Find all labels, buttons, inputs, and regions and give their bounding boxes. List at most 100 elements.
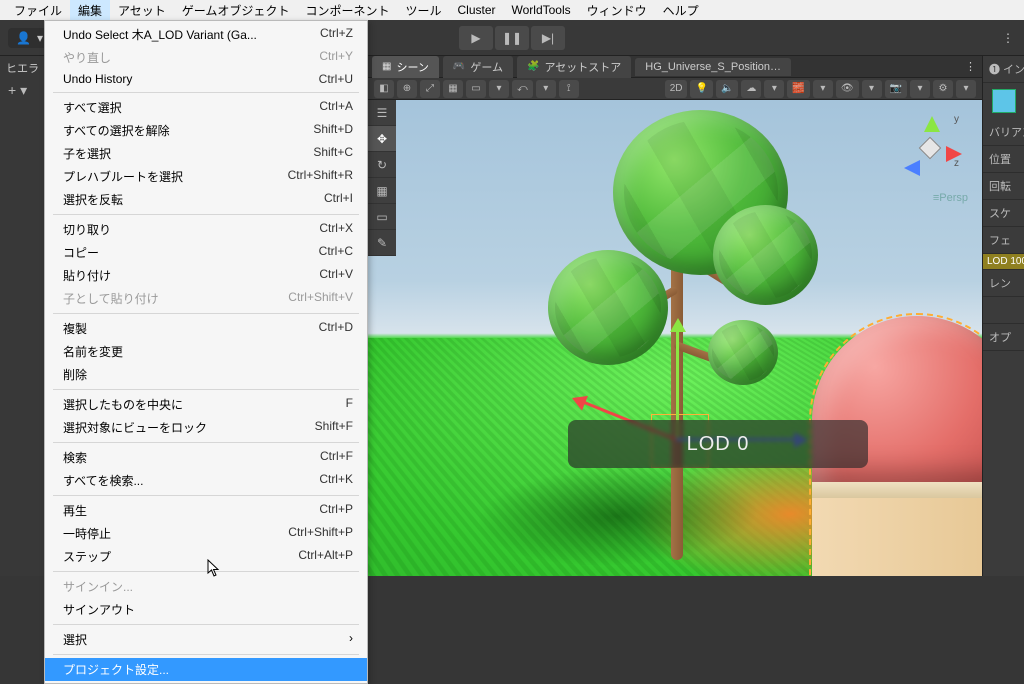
- viewport-tool-3[interactable]: ▦: [368, 178, 396, 204]
- scene-tabstrip: ▦シーン🎮ゲーム🧩アセットストアHG_Universe_S_Position… ⋮: [368, 56, 982, 78]
- menu-item[interactable]: すべて選択Ctrl+A: [45, 96, 367, 119]
- scene-tool-right-11[interactable]: ▾: [956, 80, 976, 98]
- menu-WorldTools[interactable]: WorldTools: [504, 1, 579, 19]
- inspector-row[interactable]: 位置: [983, 146, 1024, 173]
- menu-item[interactable]: すべての選択を解除Shift+D: [45, 119, 367, 142]
- edit-menu: Undo Select 木A_LOD Variant (Ga...Ctrl+Zや…: [44, 20, 368, 684]
- inspector-row[interactable]: バリアン: [983, 119, 1024, 146]
- menu-item[interactable]: 削除: [45, 363, 367, 386]
- menu-item[interactable]: プロジェクト設定...: [45, 658, 367, 681]
- scene-tool-mid-6[interactable]: ⤺: [512, 80, 533, 98]
- inspector-row[interactable]: 回転: [983, 173, 1024, 200]
- menu-item[interactable]: 名前を変更: [45, 340, 367, 363]
- scene-tool-mid-3[interactable]: ▦: [443, 80, 463, 98]
- tab-シーン[interactable]: ▦シーン: [372, 56, 439, 78]
- scene-viewport[interactable]: ☰✥↻▦▭✎ y z ≡Persp LOD 0: [368, 100, 982, 576]
- viewport-tool-1[interactable]: ✥: [368, 126, 396, 152]
- tab-ゲーム[interactable]: 🎮ゲーム: [443, 56, 513, 78]
- inspector-row[interactable]: [983, 297, 1024, 324]
- menu-Cluster[interactable]: Cluster: [449, 1, 503, 19]
- scene-tool-right-0[interactable]: 💡: [690, 80, 712, 98]
- menu-item[interactable]: 貼り付けCtrl+V: [45, 264, 367, 287]
- inspector-panel: ❶ インバリアン位置回転スケフェLOD 100%レン オプ: [982, 56, 1024, 576]
- scene-tool-right-3[interactable]: ▾: [764, 80, 784, 98]
- menu-item[interactable]: 複製Ctrl+D: [45, 317, 367, 340]
- scene-tool-right-2[interactable]: ☁: [741, 80, 761, 98]
- play-button[interactable]: ▶: [459, 26, 493, 50]
- menu-item[interactable]: Undo Select 木A_LOD Variant (Ga...Ctrl+Z: [45, 23, 367, 46]
- menubar[interactable]: ファイル編集アセットゲームオブジェクトコンポーネントツールClusterWorl…: [0, 0, 1024, 20]
- menu-アセット[interactable]: アセット: [110, 0, 174, 21]
- menu-ウィンドウ[interactable]: ウィンドウ: [579, 0, 655, 21]
- menu-item[interactable]: 一時停止Ctrl+Shift+P: [45, 522, 367, 545]
- menu-item[interactable]: 子を選択Shift+C: [45, 142, 367, 165]
- toolbar-overflow-icon[interactable]: ⋮: [1002, 31, 1014, 45]
- menu-コンポーネント[interactable]: コンポーネント: [297, 0, 397, 21]
- pause-button[interactable]: ❚❚: [495, 26, 529, 50]
- menu-item[interactable]: コピーCtrl+C: [45, 241, 367, 264]
- mouse-cursor-icon: [207, 559, 221, 577]
- inspector-row[interactable]: スケ: [983, 200, 1024, 227]
- menu-ツール[interactable]: ツール: [397, 0, 449, 21]
- menu-item[interactable]: 検索Ctrl+F: [45, 446, 367, 469]
- axis-gizmo[interactable]: y z: [894, 114, 964, 184]
- account-icon: 👤: [16, 31, 31, 45]
- projection-label[interactable]: ≡Persp: [933, 192, 968, 204]
- scene-tool-mid-2[interactable]: ⤢: [420, 80, 440, 98]
- tab-アセットストア[interactable]: 🧩アセットストア: [517, 56, 631, 78]
- menu-item[interactable]: 再生Ctrl+P: [45, 499, 367, 522]
- menu-item[interactable]: すべてを検索...Ctrl+K: [45, 469, 367, 492]
- tree-object[interactable]: [543, 100, 823, 570]
- menu-item[interactable]: サインアウト: [45, 598, 367, 621]
- scene-tool-right-10[interactable]: ⚙: [933, 80, 953, 98]
- tab-HG_Universe_S_Position…[interactable]: HG_Universe_S_Position…: [635, 58, 791, 76]
- menu-item: 子として貼り付けCtrl+Shift+V: [45, 287, 367, 310]
- hierarchy-add-button[interactable]: + ▾: [0, 80, 44, 101]
- scene-tool-right-6[interactable]: 👁: [836, 80, 859, 98]
- viewport-tool-4[interactable]: ▭: [368, 204, 396, 230]
- menu-item[interactable]: Undo HistoryCtrl+U: [45, 69, 367, 89]
- tabstrip-overflow-icon[interactable]: ⋮: [965, 60, 982, 73]
- hierarchy-tab[interactable]: ヒエラ: [0, 56, 44, 80]
- step-button[interactable]: ▶|: [531, 26, 565, 50]
- inspector-row[interactable]: フェ: [983, 227, 1024, 254]
- scene-tool-column: ☰✥↻▦▭✎: [368, 100, 396, 256]
- scene-tool-right-5[interactable]: ▾: [813, 80, 833, 98]
- scene-tool-2d[interactable]: 2D: [665, 80, 688, 98]
- menu-item[interactable]: 切り取りCtrl+X: [45, 218, 367, 241]
- account-dropdown-icon: ▾: [37, 31, 43, 45]
- scene-tool-mid-4[interactable]: ▭: [466, 80, 486, 98]
- menu-ヘルプ[interactable]: ヘルプ: [655, 0, 707, 21]
- menu-編集[interactable]: 編集: [70, 0, 110, 21]
- menu-item[interactable]: プレハブルートを選択Ctrl+Shift+R: [45, 165, 367, 188]
- scene-tool-mid-1[interactable]: ⊕: [397, 80, 417, 98]
- lod-banner: LOD 0: [568, 420, 868, 468]
- menu-item[interactable]: ステップCtrl+Alt+P: [45, 545, 367, 568]
- menu-ゲームオブジェクト[interactable]: ゲームオブジェクト: [174, 0, 298, 21]
- menu-ファイル[interactable]: ファイル: [6, 0, 70, 21]
- menu-item[interactable]: 選択対象にビューをロックShift+F: [45, 416, 367, 439]
- scene-toolbar: ◧⊕⤢▦▭▾⤺▾⟟2D💡🔈☁▾🧱▾👁▾📷▾⚙▾: [368, 78, 982, 100]
- scene-tool-right-9[interactable]: ▾: [910, 80, 930, 98]
- menu-item: サインイン...: [45, 575, 367, 598]
- scene-tool-right-7[interactable]: ▾: [862, 80, 882, 98]
- scene-tool-right-8[interactable]: 📷: [885, 80, 907, 98]
- viewport-tool-5[interactable]: ✎: [368, 230, 396, 256]
- menu-item[interactable]: 選択したものを中央にF: [45, 393, 367, 416]
- menu-item[interactable]: 選択を反転Ctrl+I: [45, 188, 367, 211]
- inspector-row[interactable]: オプ: [983, 324, 1024, 351]
- scene-tool-right-4[interactable]: 🧱: [787, 80, 809, 98]
- menu-item: やり直しCtrl+Y: [45, 46, 367, 69]
- viewport-tool-2[interactable]: ↻: [368, 152, 396, 178]
- scene-tool-mid-5[interactable]: ▾: [489, 80, 509, 98]
- inspector-row[interactable]: レン: [983, 270, 1024, 297]
- scene-tool-mid-7[interactable]: ▾: [536, 80, 556, 98]
- scene-tool-right-1[interactable]: 🔈: [716, 80, 738, 98]
- menu-item[interactable]: 選択: [45, 628, 367, 651]
- viewport-tool-0[interactable]: ☰: [368, 100, 396, 126]
- scene-tool-mid-8[interactable]: ⟟: [559, 80, 579, 98]
- play-controls: ▶ ❚❚ ▶|: [459, 26, 565, 50]
- inspector-lod[interactable]: LOD 100%: [983, 254, 1024, 270]
- inspector-row[interactable]: ❶ イン: [983, 56, 1024, 83]
- scene-tool-mid-0[interactable]: ◧: [374, 80, 394, 98]
